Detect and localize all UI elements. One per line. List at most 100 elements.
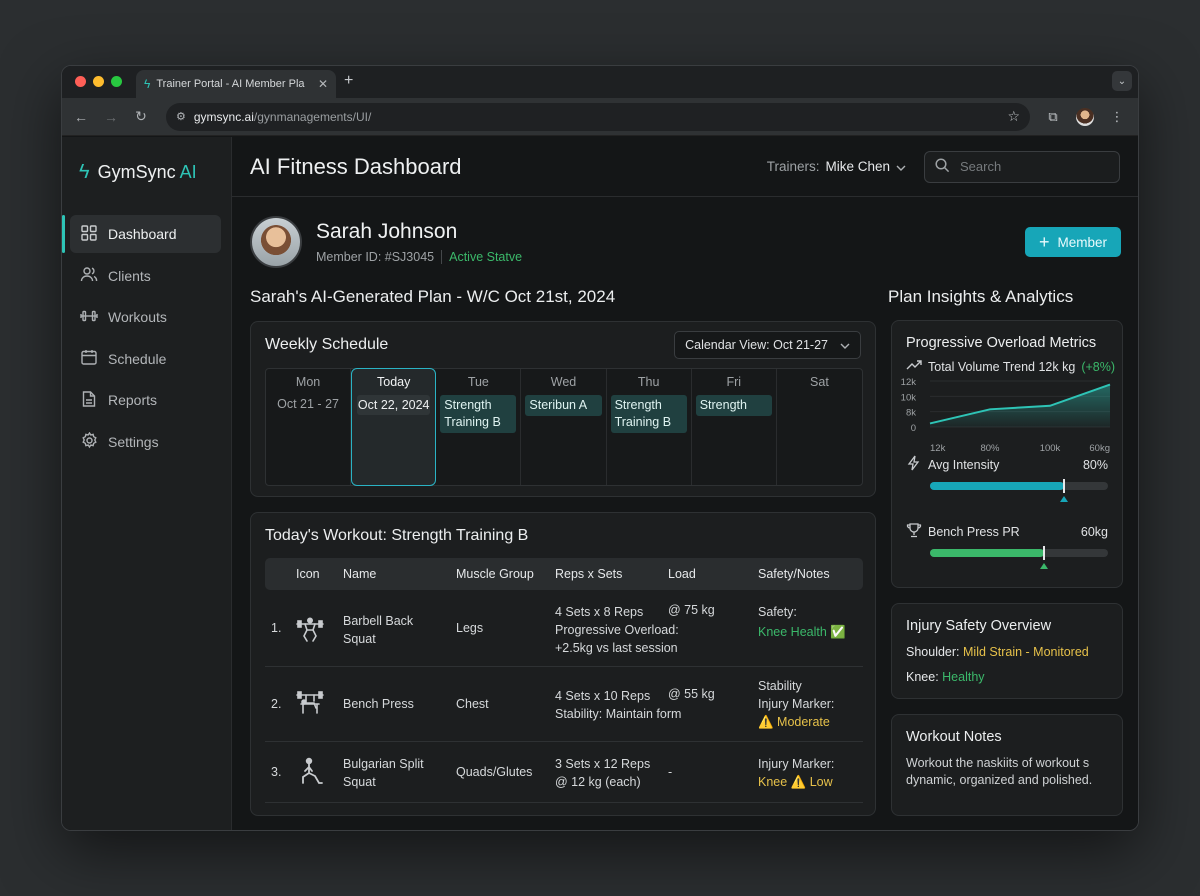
sidebar-item-clients[interactable]: Clients xyxy=(70,257,221,295)
sidebar-item-schedule[interactable]: Schedule xyxy=(70,340,221,378)
workout-notes-card: Workout Notes Workout the naskiits of wo… xyxy=(891,714,1123,816)
row-number: 1. xyxy=(271,621,282,635)
table-row[interactable]: 1. Barbell Back Squat Legs 4 Sets x 8 Re… xyxy=(265,593,863,667)
brand-logo[interactable]: ϟ GymSync AI xyxy=(62,157,231,187)
sidebar-item-dashboard[interactable]: Dashboard xyxy=(62,215,221,253)
trainer-selector[interactable]: Trainers: Mike Chen xyxy=(767,159,906,174)
sidebar-item-label: Dashboard xyxy=(108,226,177,242)
forward-button[interactable]: → xyxy=(102,109,120,125)
member-name: Sarah Johnson xyxy=(316,220,458,243)
reps-sets: 3 Sets x 12 Reps @ 12 kg (each) xyxy=(555,755,650,791)
day-mon[interactable]: Mon Oct 21 - 27 xyxy=(266,369,352,485)
schedule-event[interactable]: Strength Training B xyxy=(440,395,517,433)
plus-icon: + xyxy=(1038,232,1050,252)
day-tue[interactable]: Tue Strength Training B xyxy=(436,369,522,485)
sidebar-nav: Dashboard Clients Workouts Schedule Repo… xyxy=(62,215,231,461)
dashboard-body: Sarah Johnson Member ID: #SJ3045 Active … xyxy=(232,198,1138,830)
bench-bar-fill xyxy=(930,549,1044,557)
site-settings-icon[interactable]: ⚙ xyxy=(176,110,186,123)
close-tab-icon[interactable]: ✕ xyxy=(318,77,328,91)
tab-bar: ϟ Trainer Portal - AI Member Pla ✕ + ⌄ xyxy=(62,66,1138,98)
column-header: Muscle Group xyxy=(456,567,534,581)
row-number: 2. xyxy=(271,697,282,711)
muscle-group: Quads/Glutes xyxy=(456,765,533,779)
schedule-event[interactable]: Strength xyxy=(695,395,772,416)
safety-notes: Injury Marker: Knee ⚠️ Low xyxy=(758,755,834,791)
intensity-bar xyxy=(930,479,1108,502)
day-name: Wed xyxy=(550,375,577,389)
trend-label: Total Volume Trend 12k kg xyxy=(928,359,1076,374)
insights-title: Plan Insights & Analytics xyxy=(888,287,1074,306)
reps-sets: 4 Sets x 10 Reps Stability: Maintain for… xyxy=(555,687,681,723)
search-icon xyxy=(935,157,950,176)
todays-workout-card: Today's Workout: Strength Training B Ico… xyxy=(250,512,876,816)
divider xyxy=(441,250,443,264)
schedule-event[interactable]: Steribun A xyxy=(525,395,602,416)
safety-value: Knee ⚠️ Low xyxy=(758,775,833,789)
chevron-down-icon xyxy=(896,159,906,174)
search-box[interactable] xyxy=(924,150,1120,183)
extensions-icon[interactable]: ⧉ xyxy=(1042,109,1064,125)
x-tick-label: 100k xyxy=(1040,443,1061,454)
calendar-view-dropdown[interactable]: Calendar View: Oct 21-27 xyxy=(674,331,861,359)
back-button[interactable]: ← xyxy=(72,109,90,125)
exercise-name: Bench Press xyxy=(343,697,414,711)
reps-main: 4 Sets x 8 Reps xyxy=(555,605,644,619)
safety-value: Knee Health ✅ xyxy=(758,625,846,639)
new-tab-button[interactable]: + xyxy=(344,72,353,90)
reps-sets: 4 Sets x 8 Reps Progressive Overload: +2… xyxy=(555,603,679,657)
member-avatar[interactable] xyxy=(250,216,302,268)
reload-button[interactable]: ↻ xyxy=(132,108,150,125)
day-wed[interactable]: Wed Steribun A xyxy=(521,369,607,485)
day-name: Sat xyxy=(810,375,829,389)
intensity-pointer xyxy=(1059,496,1068,502)
close-window-button[interactable] xyxy=(75,76,86,87)
day-fri[interactable]: Fri Strength xyxy=(692,369,777,485)
schedule-title: Weekly Schedule xyxy=(265,336,389,353)
bench-pointer xyxy=(1039,563,1048,569)
browser-tab[interactable]: ϟ Trainer Portal - AI Member Pla ✕ xyxy=(136,70,336,98)
sidebar: ϟ GymSync AI Dashboard Clients Workouts … xyxy=(62,137,232,830)
day-today[interactable]: Today Oct 22, 2024 xyxy=(351,368,437,486)
day-name: Today xyxy=(377,375,411,389)
load-value: - xyxy=(668,765,673,779)
sidebar-item-workouts[interactable]: Workouts xyxy=(70,298,221,336)
bookmark-star-icon[interactable]: ☆ xyxy=(1007,108,1020,125)
calendar-icon xyxy=(80,349,98,368)
column-header: Safety/Notes xyxy=(758,567,830,581)
x-tick-label: 12k xyxy=(930,443,946,454)
injury-title: Injury Safety Overview xyxy=(906,618,1052,634)
shoulder-value: Mild Strain - Monitored xyxy=(963,645,1089,659)
day-sat[interactable]: Sat xyxy=(777,369,862,485)
maximize-window-button[interactable] xyxy=(111,76,122,87)
profile-avatar[interactable] xyxy=(1076,107,1094,126)
trainer-name: Mike Chen xyxy=(825,159,890,174)
injury-safety-card: Injury Safety Overview Shoulder: Mild St… xyxy=(891,603,1123,699)
sidebar-item-settings[interactable]: Settings xyxy=(70,423,221,461)
reps-main: 3 Sets x 12 Reps xyxy=(555,757,651,771)
search-input[interactable] xyxy=(960,159,1100,174)
gear-icon xyxy=(80,431,98,452)
table-row[interactable]: 3. Bulgarian Split Squat Quads/Glutes 3 … xyxy=(265,743,863,803)
progressive-overload-card: Progressive Overload Metrics Total Volum… xyxy=(891,320,1123,588)
workout-title: Today's Workout: Strength Training B xyxy=(265,527,529,544)
day-name: Fri xyxy=(726,375,742,389)
minimize-window-button[interactable] xyxy=(93,76,104,87)
trainers-label: Trainers: xyxy=(766,159,820,174)
tab-search-button[interactable]: ⌄ xyxy=(1112,71,1132,91)
schedule-event[interactable]: Strength Training B xyxy=(610,395,687,433)
add-member-button[interactable]: + Member xyxy=(1025,227,1121,257)
sidebar-item-label: Workouts xyxy=(108,309,167,325)
calendar-view-value: Calendar View: Oct 21-27 xyxy=(685,338,828,352)
bench-value: 60kg xyxy=(1080,524,1108,539)
table-row[interactable]: 2. Bench Press Chest 4 Sets x 10 Reps St… xyxy=(265,668,863,742)
url-host: gymsync.ai xyxy=(193,109,254,124)
sidebar-item-reports[interactable]: Reports xyxy=(70,381,221,419)
address-bar[interactable]: ⚙ gymsync.ai/gynmanagements/UI/ ☆ xyxy=(166,102,1030,131)
brand-name: GymSync xyxy=(97,161,176,182)
day-name: Thu xyxy=(637,375,660,389)
lunge-icon xyxy=(295,757,325,787)
knee-value: Healthy xyxy=(942,670,985,684)
day-thu[interactable]: Thu Strength Training B xyxy=(607,369,692,485)
kebab-menu-icon[interactable]: ⋮ xyxy=(1106,109,1128,125)
